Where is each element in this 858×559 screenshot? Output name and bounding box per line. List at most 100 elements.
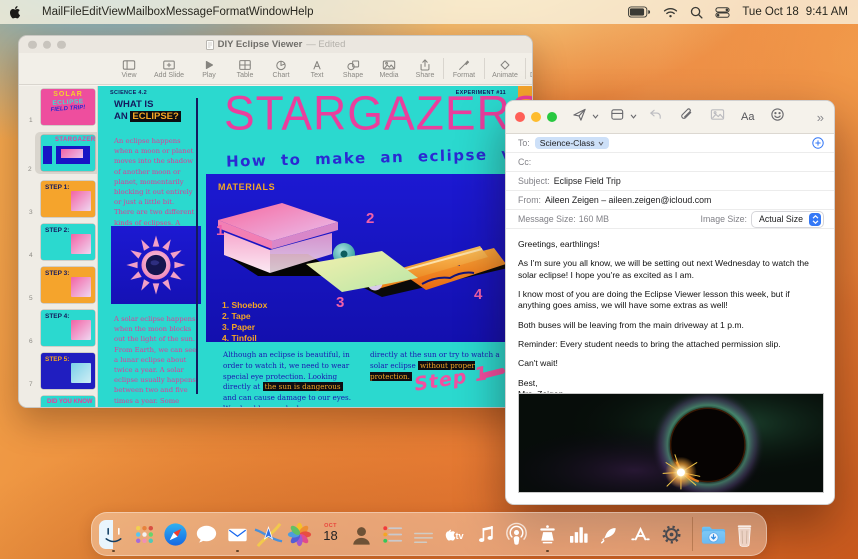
- dock-app-podcasts[interactable]: [502, 520, 531, 549]
- slide-thumbnail[interactable]: STEP 3:: [41, 267, 95, 303]
- toolbar-button[interactable]: Table: [227, 58, 263, 79]
- dock-app-maps[interactable]: [254, 520, 283, 549]
- toolbar-button[interactable]: View: [111, 58, 147, 79]
- slide-thumbnail[interactable]: STEP 1:: [41, 181, 95, 217]
- mail-compose-window[interactable]: Aa » To: Science-Class Cc: Subject: Ecli…: [505, 100, 835, 505]
- slide-number: 6: [29, 338, 33, 345]
- to-field[interactable]: To: Science-Class: [506, 134, 834, 153]
- add-recipient-button[interactable]: [812, 137, 824, 149]
- menu-item[interactable]: Mail: [42, 6, 63, 18]
- slide-thumbnail[interactable]: STEP 2:: [41, 224, 95, 260]
- slide-thumbnail[interactable]: STEP 5:: [41, 353, 95, 389]
- mail-toolbar-button[interactable]: »: [817, 110, 824, 125]
- toolbar-button[interactable]: Animate: [484, 58, 525, 79]
- zoom-button[interactable]: [547, 112, 557, 122]
- dock-app-launchpad[interactable]: [130, 520, 159, 549]
- mail-toolbar-button[interactable]: [648, 107, 663, 127]
- wifi-icon[interactable]: [663, 7, 678, 18]
- calendar-icon: OCT 18: [323, 522, 338, 543]
- minimize-button[interactable]: [531, 112, 541, 122]
- toolbar-button[interactable]: Add Slide: [147, 58, 191, 79]
- dock-app-appstore[interactable]: [626, 520, 655, 549]
- close-button[interactable]: [28, 40, 37, 49]
- menu-item[interactable]: View: [101, 6, 126, 18]
- menu-item[interactable]: Mailbox: [126, 6, 166, 18]
- slide-number: 3: [29, 209, 33, 216]
- slide-thumbnail[interactable]: STARGAZER: [41, 135, 95, 171]
- toolbar-button[interactable]: Format: [443, 58, 484, 79]
- mail-toolbar-button[interactable]: [572, 107, 587, 127]
- menu-item[interactable]: Message: [166, 6, 213, 18]
- keynote-window[interactable]: DIY Eclipse Viewer — Edited View Add Sli…: [18, 35, 533, 408]
- screen: MailFileEditViewMailboxMessageFormatWind…: [0, 0, 858, 559]
- slide-canvas[interactable]: SCIENCE 4.2 EXPERIMENT #11 WHAT IS AN EC…: [98, 86, 532, 407]
- slide-thumbnail[interactable]: SOLAR ECLIPSE FIELD TRIP!: [41, 89, 95, 125]
- dock-app-safari[interactable]: [161, 520, 190, 549]
- dock-app-numbers[interactable]: [564, 520, 593, 549]
- from-field[interactable]: From: Aileen Zeigen – aileen.zeigen@iclo…: [506, 191, 834, 210]
- dock-app-trash[interactable]: [730, 520, 759, 549]
- close-button[interactable]: [515, 112, 525, 122]
- spotlight-search-icon[interactable]: [690, 6, 703, 19]
- toolbar-button[interactable]: Text: [299, 58, 335, 79]
- control-center-icon[interactable]: [715, 6, 730, 18]
- dock-app-photos[interactable]: [285, 520, 314, 549]
- thumbnail-art: [56, 146, 90, 164]
- toolbar-button[interactable]: Chart: [263, 58, 299, 79]
- dock-app-mail[interactable]: [223, 520, 252, 552]
- toolbar-button[interactable]: Shape: [335, 58, 371, 79]
- menu-item[interactable]: Help: [290, 6, 314, 18]
- menu-item[interactable]: Window: [249, 6, 290, 18]
- mail-toolbar-button[interactable]: [710, 107, 725, 127]
- subject-field[interactable]: Subject: Eclipse Field Trip: [506, 172, 834, 191]
- slide-thumbnail[interactable]: DID YOU KNOW: [41, 396, 95, 407]
- dock-app-notes[interactable]: [409, 520, 438, 549]
- image-size-select[interactable]: Actual Size: [750, 210, 824, 228]
- menu-item[interactable]: File: [63, 6, 82, 18]
- menu-item[interactable]: Format: [212, 6, 248, 18]
- toolbar-button[interactable]: Play: [191, 58, 227, 79]
- keynote-toolbar: View Add Slide Play Table Chart Text Sha…: [19, 53, 532, 85]
- minimize-button[interactable]: [42, 40, 51, 49]
- battery-icon[interactable]: [628, 6, 651, 18]
- dock-app-finder[interactable]: [99, 519, 128, 552]
- slide-thumbnail-row: 1 SOLAR ECLIPSE FIELD TRIP!: [29, 89, 97, 125]
- mail-toolbar-button[interactable]: [610, 107, 625, 127]
- dock-app-pages[interactable]: [595, 520, 624, 549]
- mail-toolbar-button[interactable]: [679, 107, 694, 127]
- toolbar-button[interactable]: Share: [407, 58, 443, 79]
- window-controls[interactable]: [28, 40, 66, 49]
- dock-app-contacts[interactable]: [347, 520, 376, 549]
- keynote-title-bar[interactable]: DIY Eclipse Viewer — Edited: [19, 36, 532, 53]
- menu-clock[interactable]: Tue Oct 18 9:41 AM: [742, 6, 848, 18]
- eclipse-photo-attachment[interactable]: [518, 393, 824, 493]
- dock-app-calendar[interactable]: OCT 18: [316, 520, 345, 549]
- mail-toolbar-button[interactable]: Aa: [741, 111, 754, 123]
- slide-thumbnail[interactable]: STEP 4:: [41, 310, 95, 346]
- dock-app-messages[interactable]: [192, 520, 221, 549]
- slide-number: 7: [29, 381, 33, 388]
- dock-app-settings[interactable]: [657, 520, 686, 549]
- proxy-document-icon[interactable]: [205, 39, 214, 50]
- recipient-token[interactable]: Science-Class: [534, 137, 609, 149]
- dock-app-reminders[interactable]: [378, 520, 407, 549]
- safari-icon: [161, 520, 190, 549]
- mail-toolbar-button[interactable]: [770, 107, 785, 127]
- window-controls[interactable]: [515, 112, 557, 122]
- dock-app-downloads[interactable]: [699, 520, 728, 549]
- menu-item[interactable]: Edit: [82, 6, 102, 18]
- mail-toolbar-button[interactable]: [591, 108, 600, 126]
- mail-toolbar-button[interactable]: [629, 108, 638, 126]
- smiley-icon: [770, 107, 785, 127]
- animate-icon: [498, 58, 512, 71]
- cc-field[interactable]: Cc:: [506, 153, 834, 172]
- toolbar-button[interactable]: Media: [371, 58, 407, 79]
- zoom-button[interactable]: [57, 40, 66, 49]
- apple-menu-icon[interactable]: [10, 5, 23, 20]
- dock-app-keynote[interactable]: [533, 520, 562, 552]
- dock-app-music[interactable]: [471, 520, 500, 549]
- from-value: Aileen Zeigen – aileen.zeigen@icloud.com: [544, 195, 712, 205]
- dock-app-appletv[interactable]: tv: [440, 520, 469, 549]
- toolbar-button[interactable]: Document: [525, 58, 532, 79]
- sun-illustration-box: [111, 226, 201, 304]
